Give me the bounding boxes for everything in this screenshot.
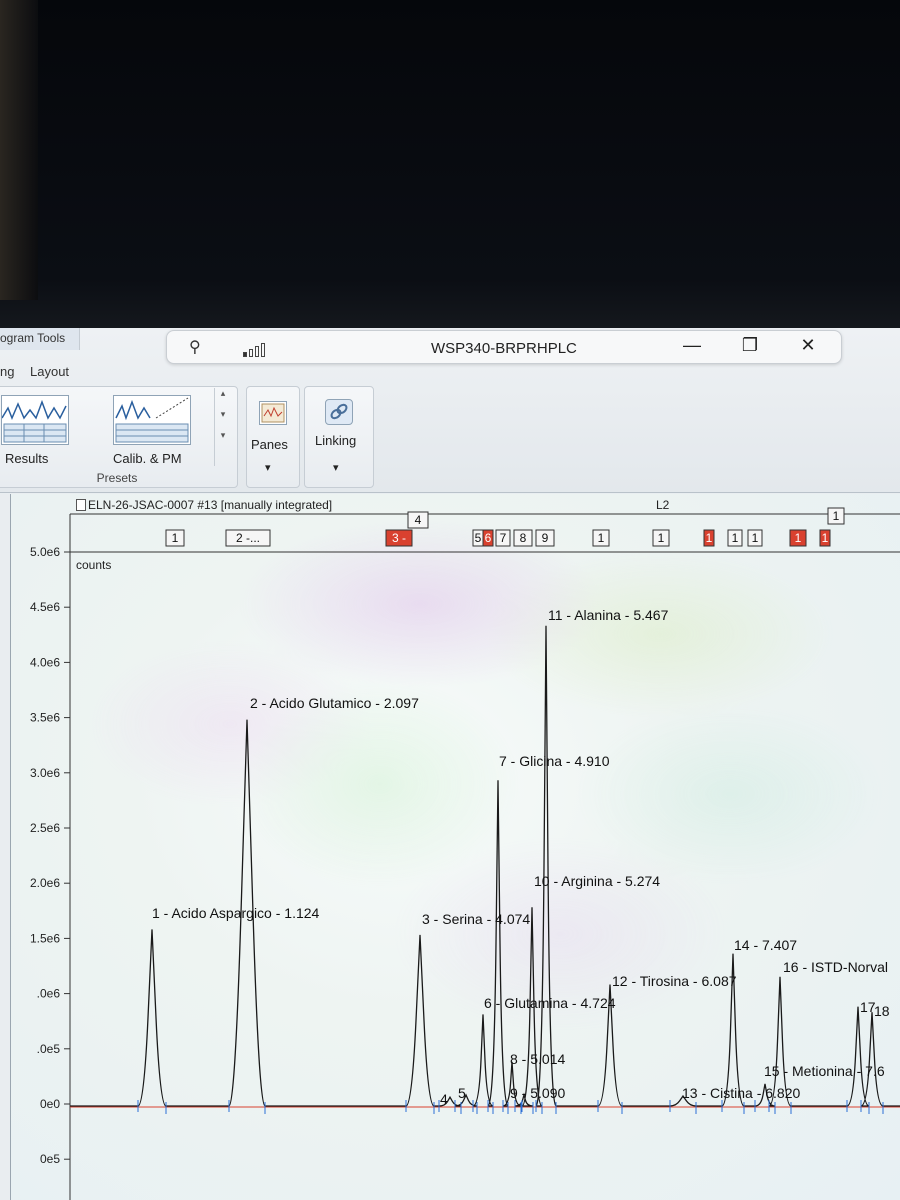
y-axis-unit: counts xyxy=(76,558,111,572)
peak-label: 12 - Tirosina - 6.087 xyxy=(612,973,737,989)
linking-button[interactable]: Linking xyxy=(315,433,356,448)
y-tick-label: 5.0e6 xyxy=(30,545,60,559)
peak-label: 5 xyxy=(458,1085,466,1101)
title-bar: ⚲ WSP340-BRPRHPLC — ❐ ✕ xyxy=(166,330,842,364)
chromatogram-chart[interactable]: counts 12 -... 3 -45 6 7 8 9 1 1 1 1 1 1 11 5.0e64.5… xyxy=(0,494,900,1200)
tab-ng[interactable]: ng xyxy=(0,364,14,379)
peak-label: 8 - 5.014 xyxy=(510,1051,565,1067)
close-button[interactable]: ✕ xyxy=(793,335,823,356)
tab-layout[interactable]: Layout xyxy=(30,364,69,379)
peak-marker-label: 5 xyxy=(475,531,482,545)
peak-marker-label: 2 -... xyxy=(236,531,260,545)
peak-label: 7 - Glicina - 4.910 xyxy=(499,753,610,769)
peak-label: 4 xyxy=(440,1091,448,1107)
application-screen: ogram Tools ng Layout ⚲ WSP340-BRPRHPLC … xyxy=(0,328,900,1200)
peak-marker-label: 1 xyxy=(822,531,829,545)
peak-marker-label: 7 xyxy=(500,531,507,545)
y-tick-label: 0e0 xyxy=(40,1097,60,1111)
y-tick-label: 4.5e6 xyxy=(30,600,60,614)
panes-dropdown-icon[interactable]: ▾ xyxy=(265,461,271,474)
peak-label: 1 - Acido Aspargico - 1.124 xyxy=(152,905,320,921)
peak-label: 16 - ISTD-Norval xyxy=(783,959,888,975)
y-tick-label: .0e6 xyxy=(37,987,61,1001)
signal-icon xyxy=(243,341,271,357)
peak-label: 9 - 5.090 xyxy=(510,1085,565,1101)
chromatogram-pane[interactable]: ELN-26-JSAC-0007 #13 [manually integrate… xyxy=(0,494,900,1200)
peak-label: 2 - Acido Glutamico - 2.097 xyxy=(250,695,419,711)
peak-label: 10 - Arginina - 5.274 xyxy=(534,873,660,889)
peak-marker-label: 6 xyxy=(485,531,492,545)
peak-marker-label: 3 - xyxy=(392,531,406,545)
peak-marker-label: 1 xyxy=(795,531,802,545)
calib-pm-preset-label[interactable]: Calib. & PM xyxy=(113,451,182,466)
peak-marker-label: 8 xyxy=(520,531,527,545)
peak-label: 3 - Serina - 4.074 xyxy=(422,911,530,927)
y-tick-label: 0e5 xyxy=(40,1152,60,1166)
ribbon: ogram Tools ng Layout ⚲ WSP340-BRPRHPLC … xyxy=(0,328,900,493)
context-tab-chromatogram-tools[interactable]: ogram Tools xyxy=(0,328,80,350)
y-tick-label: .0e5 xyxy=(37,1042,61,1056)
results-preset-icon[interactable] xyxy=(1,395,69,445)
panes-group: Panes ▾ xyxy=(246,386,300,488)
peak-marker-label: 1 xyxy=(833,509,840,523)
peak-marker-label: 1 xyxy=(706,531,713,545)
y-tick-label: 2.5e6 xyxy=(30,821,60,835)
presets-group: Results Calib. & PM Presets xyxy=(0,386,238,488)
trace-layer xyxy=(70,625,900,1114)
peak-marker-label: 1 xyxy=(172,531,179,545)
peak-label: 6 - Glutamina - 4.724 xyxy=(484,995,616,1011)
peak-labels: 1 - Acido Aspargico - 1.124 2 - Acido Glu… xyxy=(152,607,890,1107)
peak-marker-label: 9 xyxy=(542,531,549,545)
peak-marker-label: 1 xyxy=(752,531,759,545)
peak-label: 11 - Alanina - 5.467 xyxy=(548,607,669,623)
calib-pm-preset-icon[interactable] xyxy=(113,395,191,445)
peak-marker-label: 4 xyxy=(415,513,422,527)
chromatogram-trace xyxy=(70,625,900,1107)
peak-marker-label: 1 xyxy=(658,531,665,545)
panes-icon[interactable] xyxy=(259,401,287,425)
screen-bezel xyxy=(0,0,900,328)
bezel-edge xyxy=(0,0,38,300)
linking-dropdown-icon[interactable]: ▾ xyxy=(333,461,339,474)
linking-group: Linking ▾ xyxy=(304,386,374,488)
restore-button[interactable]: ❐ xyxy=(735,335,765,356)
y-tick-label: 3.5e6 xyxy=(30,711,60,725)
minimize-button[interactable]: — xyxy=(677,335,707,356)
peak-label: 13 - Cistina - 6.820 xyxy=(682,1085,800,1101)
peak-label: 18 xyxy=(874,1003,890,1019)
peak-label: 15 - Metionina - 7.6 xyxy=(764,1063,885,1079)
y-tick-label: 4.0e6 xyxy=(30,655,60,669)
y-tick-label: 3.0e6 xyxy=(30,766,60,780)
y-tick-label: 1.5e6 xyxy=(30,931,60,945)
linking-icon[interactable] xyxy=(325,399,353,425)
presets-group-label: Presets xyxy=(96,471,138,485)
peak-marker-label: 1 xyxy=(598,531,605,545)
panes-button[interactable]: Panes xyxy=(251,437,288,452)
window-title: WSP340-BRPRHPLC xyxy=(431,340,577,357)
y-tick-label: 2.0e6 xyxy=(30,876,60,890)
y-axis-ticks: 5.0e6 4.5e6 4.0e6 3.5e6 3.0e6 2.5e6 2.0e6 1.5e6… xyxy=(30,545,70,1166)
pin-icon[interactable]: ⚲ xyxy=(189,337,201,357)
peak-label: 14 - 7.407 xyxy=(734,937,797,953)
presets-scroll[interactable]: ▴ ▾ ▾ xyxy=(214,388,231,466)
peak-marker-label: 1 xyxy=(732,531,739,545)
results-preset-label[interactable]: Results xyxy=(5,451,48,466)
